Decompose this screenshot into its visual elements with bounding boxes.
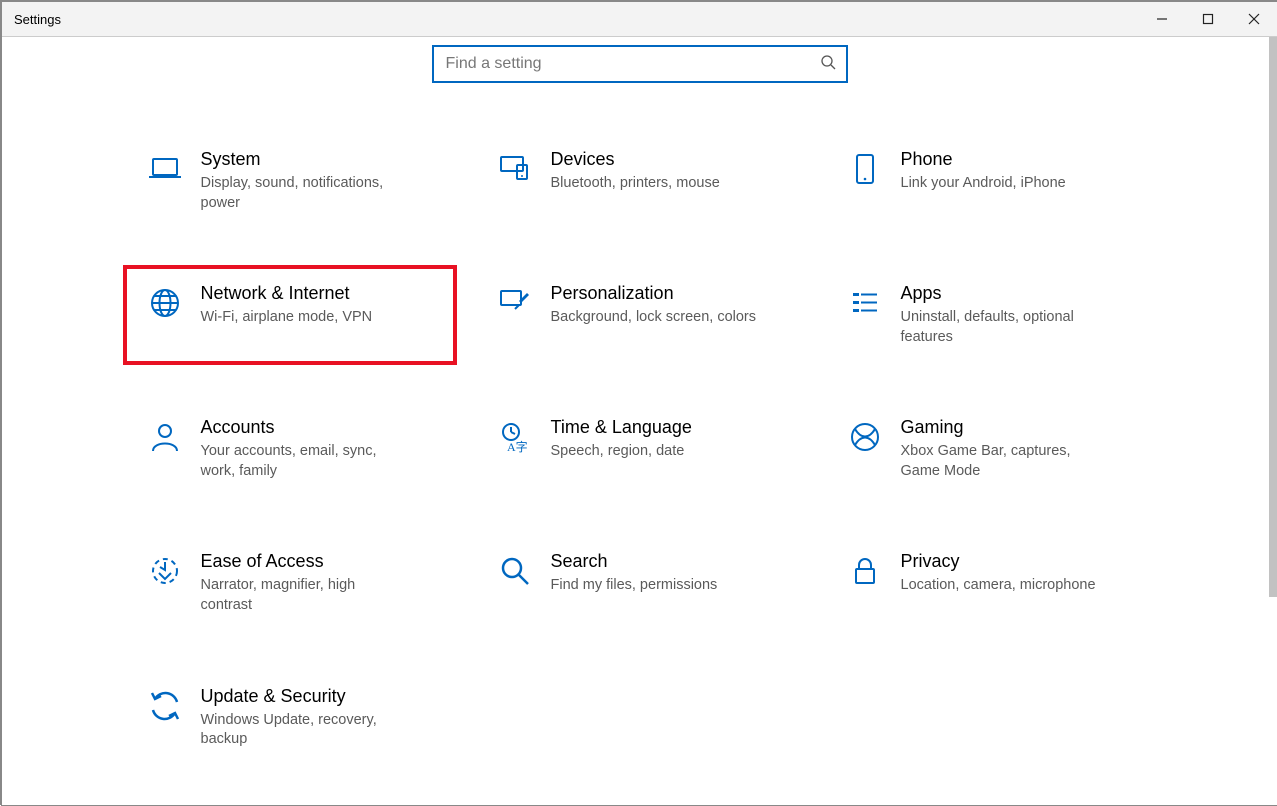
update-icon bbox=[143, 686, 187, 724]
tile-desc: Bluetooth, printers, mouse bbox=[551, 174, 761, 194]
tile-title: Search bbox=[551, 551, 787, 572]
tile-desc: Your accounts, email, sync, work, family bbox=[201, 442, 411, 481]
tile-title: System bbox=[201, 149, 437, 170]
content-area: System Display, sound, notifications, pow… bbox=[2, 37, 1277, 806]
person-icon bbox=[143, 417, 187, 455]
settings-tile-time-language[interactable]: Time & Language Speech, region, date bbox=[485, 411, 795, 487]
settings-tile-devices[interactable]: Devices Bluetooth, printers, mouse bbox=[485, 143, 795, 219]
tile-desc: Uninstall, defaults, optional features bbox=[901, 308, 1111, 347]
tile-desc: Location, camera, microphone bbox=[901, 576, 1111, 596]
devices-icon bbox=[493, 149, 537, 187]
tile-desc: Link your Android, iPhone bbox=[901, 174, 1111, 194]
settings-tile-personalization[interactable]: Personalization Background, lock screen, … bbox=[485, 277, 795, 353]
scrollbar[interactable] bbox=[1267, 37, 1277, 806]
tile-desc: Narrator, magnifier, high contrast bbox=[201, 576, 411, 615]
search-icon bbox=[820, 54, 836, 75]
time-lang-icon bbox=[493, 417, 537, 455]
settings-tile-ease-of-access[interactable]: Ease of Access Narrator, magnifier, high … bbox=[135, 545, 445, 621]
window-title: Settings bbox=[14, 12, 61, 27]
tile-title: Phone bbox=[901, 149, 1137, 170]
settings-tile-privacy[interactable]: Privacy Location, camera, microphone bbox=[835, 545, 1145, 621]
globe-icon bbox=[143, 283, 187, 321]
phone-icon bbox=[843, 149, 887, 187]
search-input[interactable] bbox=[444, 54, 820, 74]
settings-tile-system[interactable]: System Display, sound, notifications, pow… bbox=[135, 143, 445, 219]
apps-icon bbox=[843, 283, 887, 321]
settings-tile-accounts[interactable]: Accounts Your accounts, email, sync, work… bbox=[135, 411, 445, 487]
settings-tile-apps[interactable]: Apps Uninstall, defaults, optional featur… bbox=[835, 277, 1145, 353]
ease-icon bbox=[143, 551, 187, 589]
tile-desc: Speech, region, date bbox=[551, 442, 761, 462]
window-controls bbox=[1139, 2, 1277, 36]
tile-title: Gaming bbox=[901, 417, 1137, 438]
minimize-button[interactable] bbox=[1139, 2, 1185, 36]
tile-title: Network & Internet bbox=[201, 283, 437, 304]
titlebar: Settings bbox=[2, 2, 1277, 37]
tile-desc: Background, lock screen, colors bbox=[551, 308, 761, 328]
close-button[interactable] bbox=[1231, 2, 1277, 36]
tile-desc: Display, sound, notifications, power bbox=[201, 174, 411, 213]
gaming-icon bbox=[843, 417, 887, 455]
settings-tile-gaming[interactable]: Gaming Xbox Game Bar, captures, Game Mode bbox=[835, 411, 1145, 487]
settings-tile-network-internet[interactable]: Network & Internet Wi-Fi, airplane mode, … bbox=[135, 277, 445, 353]
settings-tile-search[interactable]: Search Find my files, permissions bbox=[485, 545, 795, 621]
tile-title: Ease of Access bbox=[201, 551, 437, 572]
search-cat-icon bbox=[493, 551, 537, 589]
tile-title: Devices bbox=[551, 149, 787, 170]
settings-grid: System Display, sound, notifications, pow… bbox=[135, 143, 1145, 756]
maximize-button[interactable] bbox=[1185, 2, 1231, 36]
scrollbar-thumb[interactable] bbox=[1269, 37, 1277, 597]
tile-title: Apps bbox=[901, 283, 1137, 304]
brush-icon bbox=[493, 283, 537, 321]
tile-title: Privacy bbox=[901, 551, 1137, 572]
tile-desc: Find my files, permissions bbox=[551, 576, 761, 596]
tile-desc: Windows Update, recovery, backup bbox=[201, 711, 411, 750]
tile-title: Update & Security bbox=[201, 686, 437, 707]
settings-tile-phone[interactable]: Phone Link your Android, iPhone bbox=[835, 143, 1145, 219]
tile-desc: Wi-Fi, airplane mode, VPN bbox=[201, 308, 411, 328]
lock-icon bbox=[843, 551, 887, 589]
laptop-icon bbox=[143, 149, 187, 187]
tile-desc: Xbox Game Bar, captures, Game Mode bbox=[901, 442, 1111, 481]
tile-title: Accounts bbox=[201, 417, 437, 438]
search-box[interactable] bbox=[432, 45, 848, 83]
tile-title: Time & Language bbox=[551, 417, 787, 438]
settings-tile-update-security[interactable]: Update & Security Windows Update, recover… bbox=[135, 680, 445, 756]
tile-title: Personalization bbox=[551, 283, 787, 304]
